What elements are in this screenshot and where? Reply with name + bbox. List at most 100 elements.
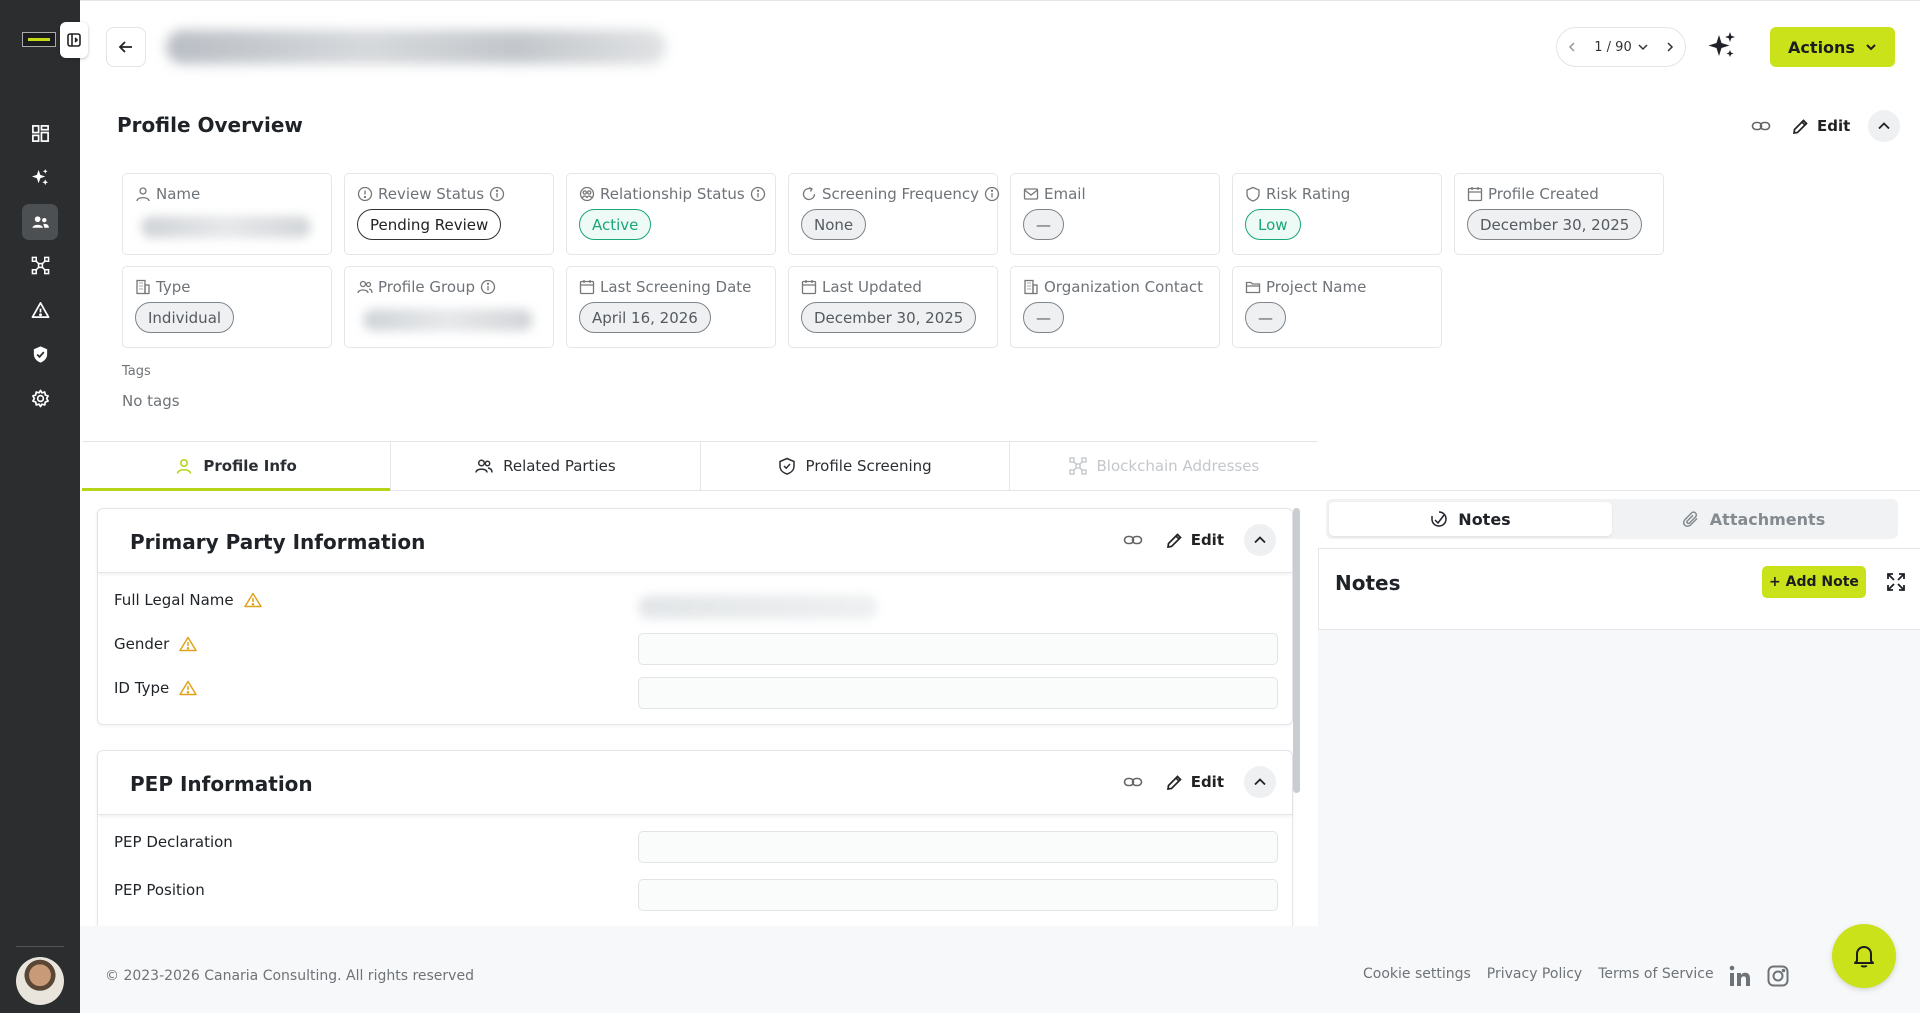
sidebar-collapse-toggle[interactable] (60, 22, 88, 58)
overview-edit-button[interactable]: Edit (1792, 117, 1850, 135)
pep-declaration-input[interactable] (638, 831, 1278, 863)
tab-related-parties[interactable]: Related Parties (391, 442, 701, 490)
footer: © 2023-2026 Canaria Consulting. All righ… (80, 926, 1920, 1013)
calendar-icon (579, 280, 595, 295)
top-border (80, 0, 1920, 1)
pager-text: 1 / 90 (1594, 39, 1632, 55)
instagram-icon[interactable] (1766, 964, 1790, 988)
pep-title: PEP Information (130, 772, 313, 796)
notifications-button[interactable] (1832, 924, 1896, 988)
building-icon (136, 279, 150, 295)
pencil-icon (1166, 532, 1182, 548)
calendar-icon (801, 280, 817, 295)
info-icon[interactable] (750, 186, 766, 202)
network-nodes-icon[interactable] (22, 247, 58, 283)
tab-label: Blockchain Addresses (1096, 457, 1260, 475)
settings-gear-icon[interactable] (22, 380, 58, 416)
primary-party-edit-button[interactable]: Edit (1166, 531, 1224, 549)
card-label-last-updated: Last Updated (822, 278, 922, 296)
info-icon[interactable] (984, 186, 1000, 202)
chevron-up-icon (1254, 536, 1266, 544)
tab-attachments[interactable]: Attachments (1612, 502, 1895, 536)
terms-of-service-link[interactable]: Terms of Service (1598, 966, 1713, 982)
app-logo[interactable] (22, 32, 56, 47)
tab-profile-info[interactable]: Profile Info (82, 442, 392, 491)
user-avatar[interactable] (16, 957, 64, 1005)
card-last-screening-date: Last Screening Date April 16, 2026 (566, 266, 776, 348)
card-label-profile-created: Profile Created (1488, 185, 1599, 203)
tab-notes-label: Notes (1458, 509, 1511, 529)
pencil-icon (1166, 774, 1182, 790)
field-pep-position: PEP Position (114, 881, 205, 899)
expand-icon[interactable] (1885, 571, 1907, 593)
card-label-email: Email (1044, 185, 1086, 203)
pep-collapse-button[interactable] (1244, 766, 1276, 798)
profile-created-badge: December 30, 2025 (1467, 209, 1643, 240)
field-full-legal-name: Full Legal Name (114, 591, 262, 609)
tab-notes[interactable]: Notes (1329, 502, 1612, 536)
folder-icon (1245, 281, 1261, 294)
copy-link-button[interactable] (1120, 769, 1146, 795)
tab-profile-screening[interactable]: Profile Screening (701, 442, 1010, 490)
overview-toolbar: Edit (1748, 110, 1901, 142)
sparkle-icon (1708, 32, 1735, 57)
primary-party-collapse-button[interactable] (1244, 524, 1276, 556)
card-type: Type Individual (122, 266, 332, 348)
copy-link-button[interactable] (1748, 113, 1774, 139)
back-button[interactable] (106, 27, 146, 67)
info-icon[interactable] (480, 279, 496, 295)
alert-circle-icon (357, 186, 373, 202)
field-gender: Gender (114, 635, 198, 653)
add-note-button[interactable]: + Add Note (1762, 566, 1866, 598)
note-icon (1431, 511, 1448, 527)
review-status-badge: Pending Review (357, 209, 502, 240)
profiles-users-icon[interactable] (22, 204, 58, 240)
card-project-name: Project Name — (1232, 266, 1442, 348)
users-group-icon (475, 459, 493, 473)
chevron-right-icon[interactable] (1665, 42, 1675, 52)
risk-rating-badge: Low (1245, 209, 1301, 240)
sidebar-divider (16, 946, 64, 947)
card-label-name: Name (156, 185, 201, 203)
card-email: Email — (1010, 173, 1220, 255)
gender-input[interactable] (638, 633, 1278, 665)
info-icon[interactable] (489, 186, 505, 202)
alert-triangle-icon[interactable] (22, 292, 58, 328)
screening-frequency-badge: None (801, 209, 867, 240)
profile-overview-title: Profile Overview (117, 113, 303, 137)
content-scrollbar[interactable] (1293, 508, 1300, 793)
tab-blockchain-addresses[interactable]: Blockchain Addresses (1010, 442, 1318, 490)
privacy-policy-link[interactable]: Privacy Policy (1487, 966, 1582, 982)
cookie-settings-link[interactable]: Cookie settings (1363, 966, 1471, 982)
chevron-left-icon[interactable] (1567, 42, 1577, 52)
pager-select[interactable]: 1 / 90 (1594, 39, 1648, 55)
pep-panel: PEP Information Edit PEP Declaration PEP… (97, 750, 1293, 926)
building-icon (1024, 279, 1038, 295)
relationship-status-badge: Active (579, 209, 652, 240)
linkedin-icon[interactable] (1728, 964, 1752, 988)
dashboard-icon[interactable] (22, 115, 58, 151)
pep-edit-button[interactable]: Edit (1166, 773, 1224, 791)
copy-link-button[interactable] (1120, 527, 1146, 553)
card-risk-rating: Risk Rating Low (1232, 173, 1442, 255)
ai-sparkle-icon[interactable] (22, 159, 58, 195)
paperclip-icon (1682, 511, 1698, 528)
name-value-redacted (141, 216, 311, 238)
shield-check-icon[interactable] (22, 336, 58, 372)
id-type-input[interactable] (638, 677, 1278, 709)
record-pager: 1 / 90 (1556, 27, 1686, 67)
field-label: Gender (114, 635, 170, 653)
actions-dropdown-button[interactable]: Actions (1770, 27, 1895, 67)
tab-attachments-label: Attachments (1709, 509, 1826, 529)
profile-group-value-redacted (363, 309, 533, 331)
email-badge: — (1023, 209, 1064, 240)
tags-value: No tags (122, 392, 180, 410)
pep-position-input[interactable] (638, 879, 1278, 911)
ai-assistant-button[interactable] (1706, 30, 1738, 62)
chevron-up-icon (1254, 778, 1266, 786)
full-legal-name-value-redacted (638, 595, 878, 619)
overview-collapse-button[interactable] (1868, 110, 1901, 142)
profile-tabs: Profile Info Related Parties Profile Scr… (82, 441, 1318, 491)
warning-icon (243, 592, 262, 608)
right-panel-divider (1318, 490, 1920, 491)
